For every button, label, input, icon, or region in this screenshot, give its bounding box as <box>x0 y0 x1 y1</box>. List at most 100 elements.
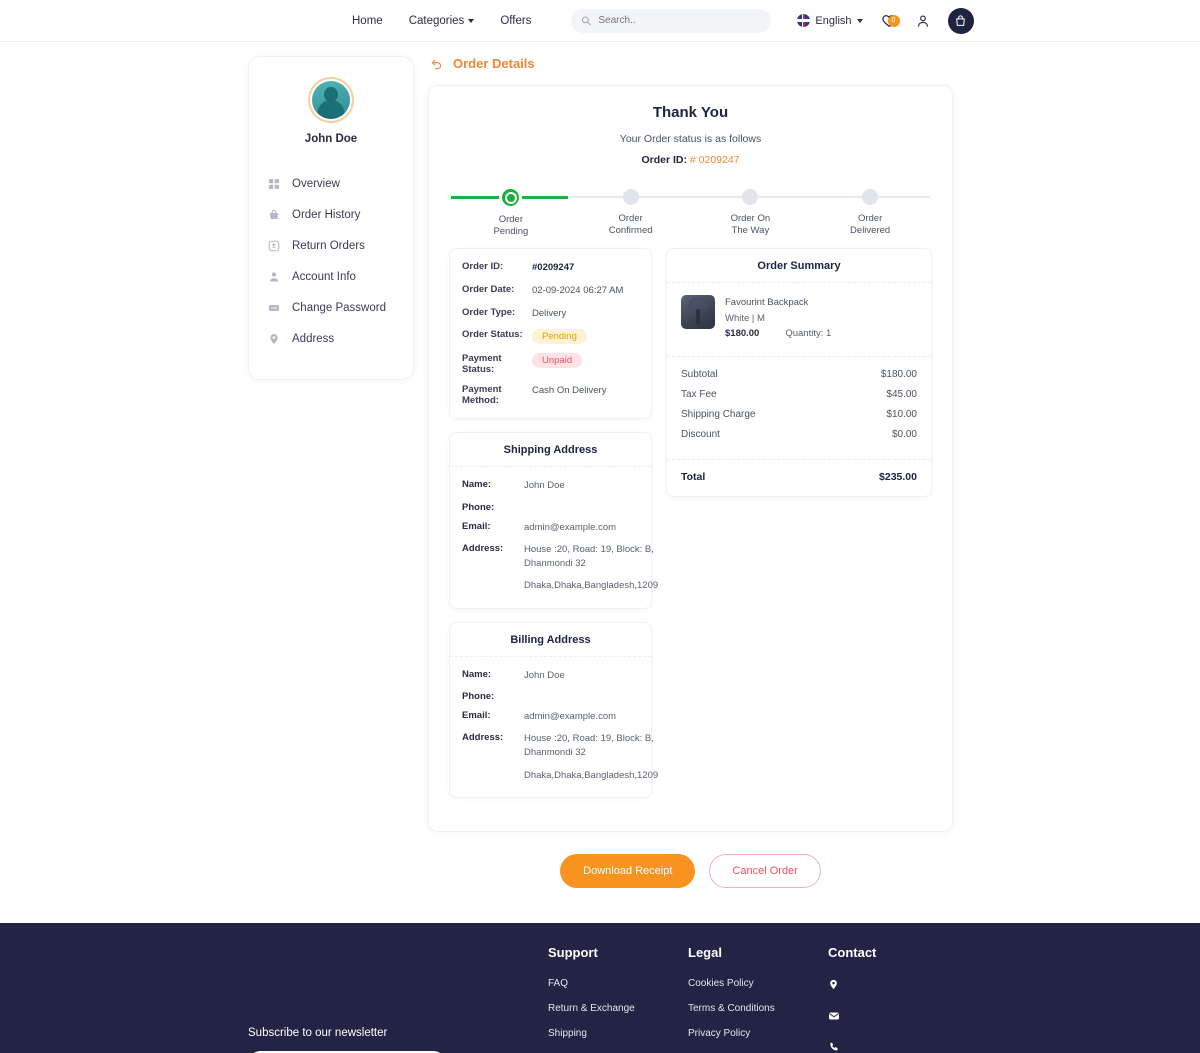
phone-icon <box>828 1041 840 1053</box>
name-value: John Doe <box>524 669 565 681</box>
sidebar-item-label: Return Orders <box>292 239 365 252</box>
order-actions: Download Receipt Cancel Order <box>428 853 953 888</box>
footer-legal-title: Legal <box>688 944 722 960</box>
order-summary-title: Order Summary <box>667 249 931 283</box>
sidebar-item-overview[interactable]: Overview <box>249 169 413 198</box>
product-name: Favourint Backpack <box>725 297 809 308</box>
user-icon <box>267 270 280 283</box>
shopping-bag-icon <box>956 14 965 26</box>
search-input[interactable] <box>598 15 762 26</box>
cart-button[interactable] <box>947 7 974 34</box>
account-button[interactable] <box>916 13 930 29</box>
email-value: admin@example.com <box>524 710 617 722</box>
summary-line-discount: Discount $0.00 <box>681 429 917 440</box>
footer-contact-address-row <box>828 978 1028 991</box>
billing-name-row: Name: John Doe <box>462 669 639 683</box>
sidebar-item-label: Address <box>292 332 335 345</box>
sidebar-item-return-orders[interactable]: Return Orders <box>249 231 413 260</box>
step-label: Order Delivered <box>850 213 891 237</box>
order-id-line: Order ID: # 0209247 <box>449 154 932 166</box>
order-id-key: Order ID: <box>462 261 504 272</box>
avatar <box>308 77 354 123</box>
newsletter-section: Subscribe to our newsletter Subscribe <box>248 945 548 1053</box>
search-icon <box>582 16 592 26</box>
name-label: Name: <box>462 479 492 491</box>
footer-contact-email-row <box>828 1010 1028 1022</box>
detail-left-column: Order ID: #0209247 Order Date: 02-09-202… <box>449 248 658 811</box>
billing-address-row: Address: House :20, Road: 19, Block: B, … <box>462 732 658 783</box>
password-icon <box>267 301 280 314</box>
tax-fee-value: $45.00 <box>886 389 917 401</box>
address-city: Dhaka,Dhaka,Bangladesh,1209 <box>524 769 659 781</box>
footer-link-return-exchange[interactable]: Return & Exchange <box>548 1003 688 1014</box>
sidebar-item-account-info[interactable]: Account Info <box>249 262 413 291</box>
avatar-image <box>312 81 350 119</box>
summary-total-row: Total $235.00 <box>681 471 917 483</box>
step-dot <box>862 189 879 205</box>
sidebar-menu: Overview Order History Return Orders Acc… <box>249 169 413 353</box>
sidebar-item-label: Change Password <box>292 301 386 314</box>
footer-link-privacy-policy[interactable]: Privacy Policy <box>688 1028 828 1039</box>
cancel-order-button[interactable]: Cancel Order <box>709 853 821 888</box>
sidebar-item-address[interactable]: Address <box>249 324 413 353</box>
search-box[interactable] <box>571 8 772 33</box>
order-info-panel: Order ID: #0209247 Order Date: 02-09-202… <box>449 248 652 420</box>
step-dot <box>622 189 639 205</box>
footer-link-terms-conditions[interactable]: Terms & Conditions <box>688 1003 828 1014</box>
nav-link-offers[interactable]: Offers <box>500 15 531 27</box>
thank-you-subtitle: Your Order status is as follows <box>619 133 762 145</box>
footer-contact-phone-row <box>828 1041 1028 1053</box>
chevron-down-icon <box>856 19 863 23</box>
name-label: Name: <box>462 668 492 680</box>
back-arrow-icon[interactable] <box>430 57 443 70</box>
detail-row: Order ID: #0209247 Order Date: 02-09-202… <box>449 248 932 811</box>
progress-step-order-confirmed: Order Confirmed <box>571 186 691 239</box>
footer-legal-column: Legal Cookies Policy Terms & Conditions … <box>688 945 828 1053</box>
footer-link-cookies-policy[interactable]: Cookies Policy <box>688 978 828 989</box>
phone-label: Phone: <box>462 690 495 702</box>
shipping-phone-row: Phone: <box>462 502 639 513</box>
order-type-value: Delivery <box>532 307 567 319</box>
subtotal-value: $180.00 <box>880 369 917 381</box>
product-quantity: Quantity: 1 <box>785 328 832 340</box>
product-info: Favourint Backpack White | M $180.00 Qua… <box>725 295 831 342</box>
sidebar-item-label: Overview <box>292 177 340 190</box>
order-date-value: 02-09-2024 06:27 AM <box>532 284 624 296</box>
order-id-label: Order ID: <box>641 154 687 166</box>
site-header: Home Categories Offers English 0 <box>0 0 1200 42</box>
footer-contact-title: Contact <box>828 944 877 960</box>
site-footer: Subscribe to our newsletter Subscribe Su… <box>0 922 1200 1053</box>
main-navigation: Home Categories Offers <box>352 8 772 33</box>
sidebar-item-change-password[interactable]: Change Password <box>249 293 413 322</box>
account-sidebar: John Doe Overview Order History Return O… <box>248 56 414 380</box>
summary-line-shipping-charge: Shipping Charge $10.00 <box>681 409 917 420</box>
sidebar-column: John Doe Overview Order History Return O… <box>248 56 414 888</box>
download-receipt-button[interactable]: Download Receipt <box>560 853 696 888</box>
order-type-key: Order Type: <box>462 306 516 318</box>
order-info-row: Order Date: 02-09-2024 06:27 AM <box>462 284 639 298</box>
main-column: Order Details Thank You Your Order statu… <box>428 56 953 888</box>
product-thumbnail <box>681 295 715 329</box>
order-info-row: Order Type: Delivery <box>462 307 639 321</box>
nav-dropdown-categories[interactable]: Categories <box>409 15 475 27</box>
step-dot <box>742 189 759 205</box>
sidebar-item-order-history[interactable]: Order History <box>249 200 413 229</box>
footer-link-shipping[interactable]: Shipping <box>548 1028 688 1039</box>
profile-name: John Doe <box>304 133 358 145</box>
wishlist-button[interactable]: 0 <box>881 13 900 29</box>
order-id-value: # 0209247 <box>689 154 740 166</box>
detail-right-column: Order Summary Favourint Backpack White |… <box>666 248 932 510</box>
status-badge: Pending <box>532 329 587 345</box>
nav-link-home[interactable]: Home <box>352 15 383 27</box>
footer-support-column: Support FAQ Return & Exchange Shipping S… <box>548 945 688 1053</box>
summary-total-wrap: Total $235.00 <box>667 459 931 496</box>
avatar-wrapper <box>249 77 413 123</box>
step-label: Order Pending <box>493 214 529 238</box>
address-street: House :20, Road: 19, Block: B, Dhanmondi… <box>524 733 654 759</box>
language-selector[interactable]: English <box>797 14 863 27</box>
shipping-charge-label: Shipping Charge <box>681 409 756 421</box>
header-actions: English 0 <box>797 7 974 34</box>
address-label: Address: <box>462 732 504 744</box>
order-details-card: Thank You Your Order status is as follow… <box>428 85 953 832</box>
footer-link-faq[interactable]: FAQ <box>548 978 688 989</box>
